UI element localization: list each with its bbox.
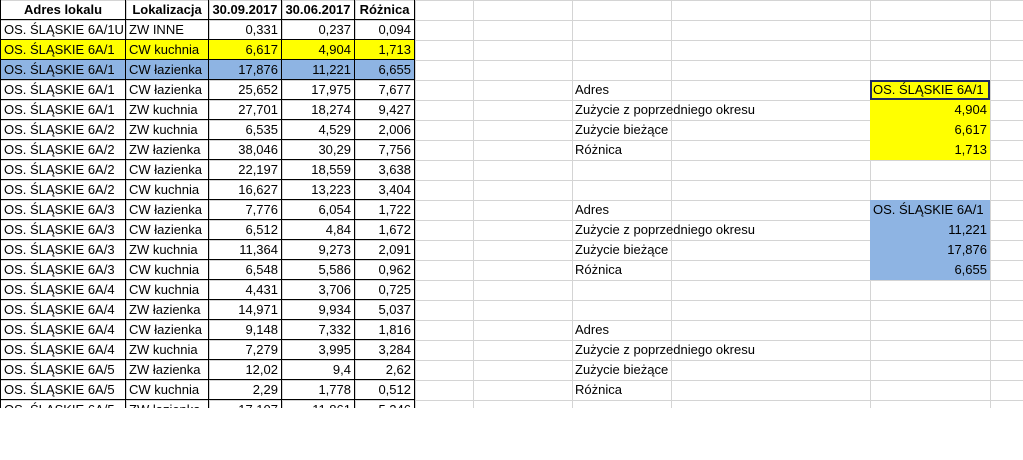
summary-label[interactable]: Adres — [572, 200, 870, 220]
summary-row: Zużycie z poprzedniego okresu 11,221 — [0, 220, 1023, 240]
column-header[interactable]: 30.06.2017 — [282, 0, 355, 20]
table-cell[interactable]: CW łazienka — [126, 60, 209, 80]
table-cell[interactable]: CW kuchnia — [126, 180, 209, 200]
summary-row: Zużycie bieżące 17,876 — [0, 240, 1023, 260]
table-cell[interactable]: 6,655 — [355, 60, 415, 80]
summary-row: Różnica 1,713 — [0, 140, 1023, 160]
table-header-row: Adres lokalu Lokalizacja 30.09.2017 30.06.2… — [0, 0, 1023, 20]
table-cell[interactable]: 0,725 — [355, 280, 415, 300]
table-row: OS. ŚLĄSKIE 6A/5ZW łazienka17,10711,8615… — [0, 400, 1023, 408]
summary-label[interactable]: Adres — [572, 320, 870, 340]
table-cell[interactable]: 6,617 — [209, 40, 282, 60]
column-header[interactable]: Różnica — [355, 0, 415, 20]
table-row: OS. ŚLĄSKIE 6A/4 CW kuchnia 4,431 3,706 0,72… — [0, 280, 1023, 300]
summary-label[interactable]: Różnica — [572, 260, 870, 280]
table-cell[interactable]: 0,094 — [355, 20, 415, 40]
table-row: OS. ŚLĄSKIE 6A/1U ZW INNE 0,331 0,237 0,094 — [0, 20, 1023, 40]
summary-row: Różnica 6,655 — [0, 260, 1023, 280]
summary-value[interactable] — [870, 360, 990, 380]
table-cell[interactable]: 11,221 — [282, 60, 355, 80]
summary-label[interactable]: Zużycie bieżące — [572, 240, 870, 260]
summary-label[interactable]: Zużycie z poprzedniego okresu — [572, 100, 870, 120]
table-cell[interactable]: 11,861 — [282, 400, 355, 408]
summary-label[interactable]: Różnica — [572, 380, 870, 400]
table-cell[interactable]: 9,934 — [282, 300, 355, 320]
summary-value[interactable] — [870, 380, 990, 400]
table-cell[interactable]: 17,876 — [209, 60, 282, 80]
summary-label[interactable]: Zużycie z poprzedniego okresu — [572, 340, 870, 360]
summary-row: Różnica — [0, 380, 1023, 400]
table-cell[interactable]: OS. ŚLĄSKIE 6A/5 — [0, 400, 126, 408]
table-cell[interactable]: 0,331 — [209, 20, 282, 40]
table-cell[interactable]: 17,107 — [209, 400, 282, 408]
table-cell[interactable]: ZW INNE — [126, 20, 209, 40]
table-cell[interactable]: 13,223 — [282, 180, 355, 200]
table-cell[interactable]: 0,237 — [282, 20, 355, 40]
summary-value[interactable] — [870, 320, 990, 340]
summary-value[interactable]: 17,876 — [870, 240, 990, 260]
table-row: OS. ŚLĄSKIE 6A/1 CW kuchnia 6,617 4,904 1,71… — [0, 40, 1023, 60]
summary-value[interactable] — [870, 340, 990, 360]
summary-label[interactable]: Zużycie bieżące — [572, 360, 870, 380]
summary-value[interactable]: 4,904 — [870, 100, 990, 120]
table-cell[interactable]: 3,638 — [355, 160, 415, 180]
summary-value[interactable]: 6,655 — [870, 260, 990, 280]
table-cell[interactable]: 22,197 — [209, 160, 282, 180]
summary-value[interactable]: 6,617 — [870, 120, 990, 140]
spreadsheet-grid[interactable]: Adres lokalu Lokalizacja 30.09.2017 30.06.2… — [0, 0, 1023, 408]
summary-row: Zużycie bieżące — [0, 360, 1023, 380]
table-cell[interactable]: 16,627 — [209, 180, 282, 200]
summary-label[interactable]: Adres — [572, 80, 870, 100]
summary-value[interactable]: OS. ŚLĄSKIE 6A/1 — [870, 200, 990, 220]
table-cell[interactable]: OS. ŚLĄSKIE 6A/2 — [0, 160, 126, 180]
summary-label[interactable]: Różnica — [572, 140, 870, 160]
summary-label[interactable]: Zużycie bieżące — [572, 120, 870, 140]
summary-row: Adres — [0, 320, 1023, 340]
summary-value[interactable]: 11,221 — [870, 220, 990, 240]
blank-area — [0, 408, 1023, 460]
summary-label[interactable]: Zużycie z poprzedniego okresu — [572, 220, 870, 240]
table-cell[interactable]: CW łazienka — [126, 160, 209, 180]
summary-row: Adres OS. ŚLĄSKIE 6A/1 — [0, 200, 1023, 220]
summary-value[interactable]: 1,713 — [870, 140, 990, 160]
table-cell[interactable]: CW kuchnia — [126, 40, 209, 60]
summary-row: Zużycie bieżące 6,617 — [0, 120, 1023, 140]
column-header[interactable]: Lokalizacja — [126, 0, 209, 20]
table-cell[interactable]: OS. ŚLĄSKIE 6A/4 — [0, 280, 126, 300]
summary-value[interactable]: OS. ŚLĄSKIE 6A/1 — [870, 80, 990, 100]
summary-row: Zużycie z poprzedniego okresu — [0, 340, 1023, 360]
table-cell[interactable]: ZW łazienka — [126, 400, 209, 408]
table-row: OS. ŚLĄSKIE 6A/2 CW kuchnia 16,627 13,223 3,… — [0, 180, 1023, 200]
summary-row: Zużycie z poprzedniego okresu 4,904 — [0, 100, 1023, 120]
table-cell[interactable]: OS. ŚLĄSKIE 6A/1 — [0, 40, 126, 60]
table-cell[interactable]: 3,706 — [282, 280, 355, 300]
table-cell[interactable]: OS. ŚLĄSKIE 6A/4 — [0, 300, 126, 320]
table-row: OS. ŚLĄSKIE 6A/1 CW łazienka 17,876 11,221 6… — [0, 60, 1023, 80]
table-cell[interactable]: 4,431 — [209, 280, 282, 300]
table-cell[interactable]: OS. ŚLĄSKIE 6A/1 — [0, 60, 126, 80]
table-row: OS. ŚLĄSKIE 6A/4 ZW łazienka 14,971 9,934 5,… — [0, 300, 1023, 320]
table-cell[interactable]: 14,971 — [209, 300, 282, 320]
summary-row: Adres OS. ŚLĄSKIE 6A/1 — [0, 80, 1023, 100]
table-cell[interactable]: 5,037 — [355, 300, 415, 320]
table-cell[interactable]: CW kuchnia — [126, 280, 209, 300]
table-cell[interactable]: ZW łazienka — [126, 300, 209, 320]
table-cell[interactable]: OS. ŚLĄSKIE 6A/2 — [0, 180, 126, 200]
column-header[interactable]: 30.09.2017 — [209, 0, 282, 20]
table-cell[interactable]: 3,404 — [355, 180, 415, 200]
table-cell[interactable]: OS. ŚLĄSKIE 6A/1U — [0, 20, 126, 40]
table-cell[interactable]: 5,246 — [355, 400, 415, 408]
table-cell[interactable]: 4,904 — [282, 40, 355, 60]
table-cell[interactable]: 18,559 — [282, 160, 355, 180]
table-row: OS. ŚLĄSKIE 6A/2 CW łazienka 22,197 18,559 3… — [0, 160, 1023, 180]
table-cell[interactable]: 1,713 — [355, 40, 415, 60]
column-header[interactable]: Adres lokalu — [0, 0, 126, 20]
